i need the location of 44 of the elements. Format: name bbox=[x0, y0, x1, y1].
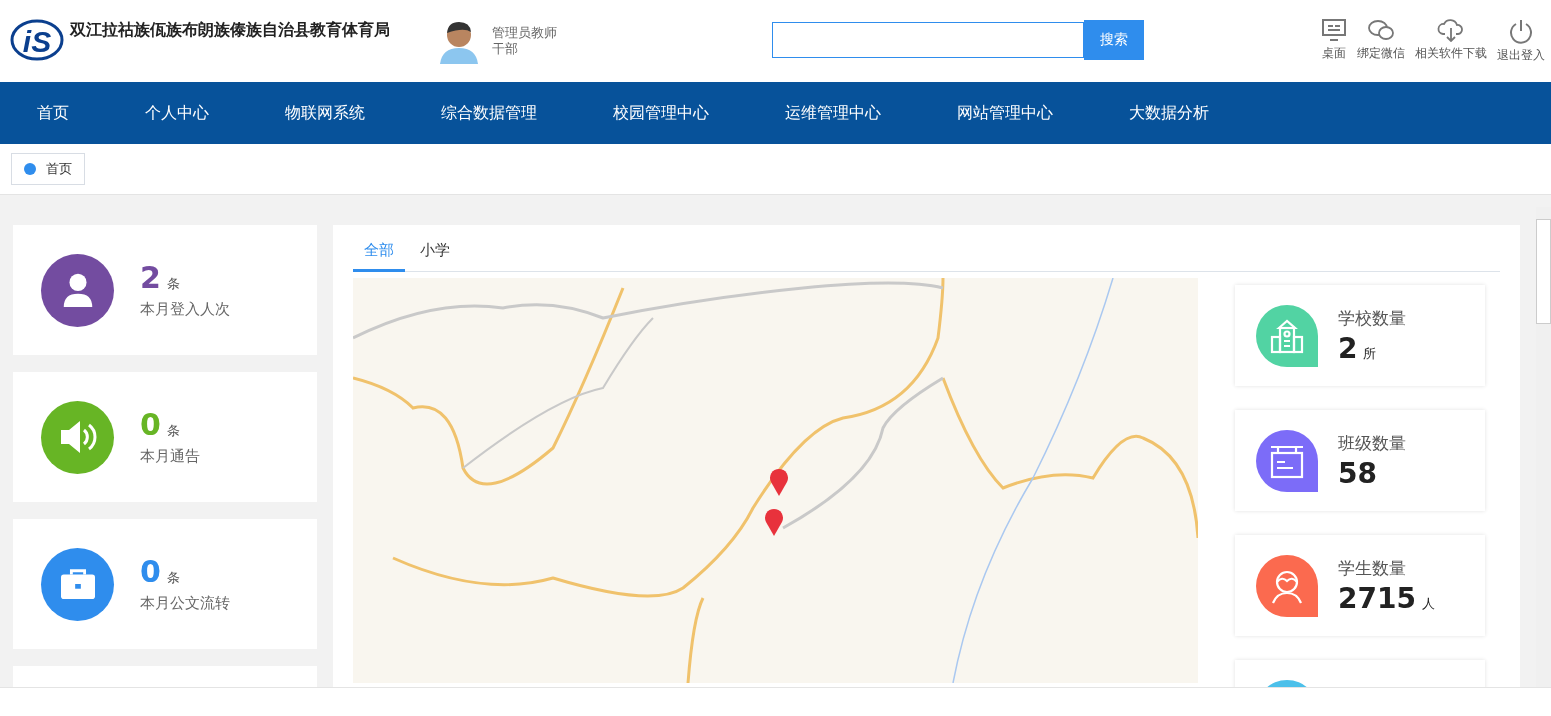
nav-link[interactable]: 校园管理中心 bbox=[613, 102, 709, 124]
briefcase-icon bbox=[58, 567, 97, 601]
stat-unit: 人 bbox=[1421, 594, 1435, 613]
nav-link[interactable]: 物联网系统 bbox=[285, 102, 365, 124]
map-pin-icon[interactable] bbox=[764, 508, 784, 536]
filter-tab[interactable]: 全部 bbox=[353, 235, 405, 272]
toolbar-button[interactable]: 绑定微信 bbox=[1357, 18, 1405, 64]
stat-label: 学校数量 bbox=[1338, 306, 1406, 330]
stat-unit: 所 bbox=[1363, 344, 1377, 363]
nav-link[interactable]: 个人中心 bbox=[145, 102, 209, 124]
search-field[interactable] bbox=[772, 22, 1084, 58]
toolbar-button[interactable]: 退出登入 bbox=[1497, 18, 1545, 64]
stat-value: 2715 bbox=[1338, 581, 1416, 615]
nav-link[interactable]: 综合数据管理 bbox=[441, 102, 537, 124]
stat-label: 班级数量 bbox=[1338, 431, 1406, 455]
user-role: 干部 bbox=[492, 41, 519, 57]
filter-tab[interactable]: 小学 bbox=[409, 235, 461, 272]
toolbar-button[interactable]: 相关软件下载 bbox=[1415, 18, 1487, 64]
monitor-icon bbox=[1321, 18, 1347, 42]
stat-unit: 条 bbox=[166, 421, 180, 440]
stat-unit: 条 bbox=[166, 274, 180, 293]
cloud-download-icon bbox=[1437, 18, 1465, 42]
nav-link[interactable]: 网站管理中心 bbox=[957, 102, 1053, 124]
chat-bubbles-icon bbox=[1367, 18, 1395, 42]
nav-link[interactable]: 运维管理中心 bbox=[785, 102, 881, 124]
stat-label: 本月登入人次 bbox=[140, 299, 230, 319]
nav-link[interactable]: 大数据分析 bbox=[1129, 102, 1209, 124]
power-icon bbox=[1508, 18, 1534, 44]
stat-value: 0 bbox=[140, 555, 161, 588]
stat-value: 0 bbox=[140, 408, 161, 441]
site-title: 双江拉祜族佤族布朗族傣族自治县教育体育局 bbox=[70, 19, 390, 41]
nav-link[interactable]: 首页 bbox=[37, 102, 69, 124]
stat-value: 2 bbox=[1338, 331, 1358, 365]
school-building-icon bbox=[1269, 317, 1305, 354]
stat-unit: 条 bbox=[166, 568, 180, 587]
stat-label: 本月通告 bbox=[140, 446, 200, 466]
stat-value: 58 bbox=[1338, 456, 1377, 490]
stat-label: 学生数量 bbox=[1338, 556, 1407, 580]
user-name: 管理员教师 bbox=[492, 25, 557, 41]
toolbar-button[interactable]: 桌面 bbox=[1321, 18, 1347, 64]
map-pin-icon[interactable] bbox=[769, 468, 789, 496]
stat-value: 2 bbox=[140, 261, 161, 294]
stat-label: 本月公文流转 bbox=[140, 593, 230, 613]
breadcrumb-tab[interactable]: 首页 bbox=[11, 153, 85, 185]
